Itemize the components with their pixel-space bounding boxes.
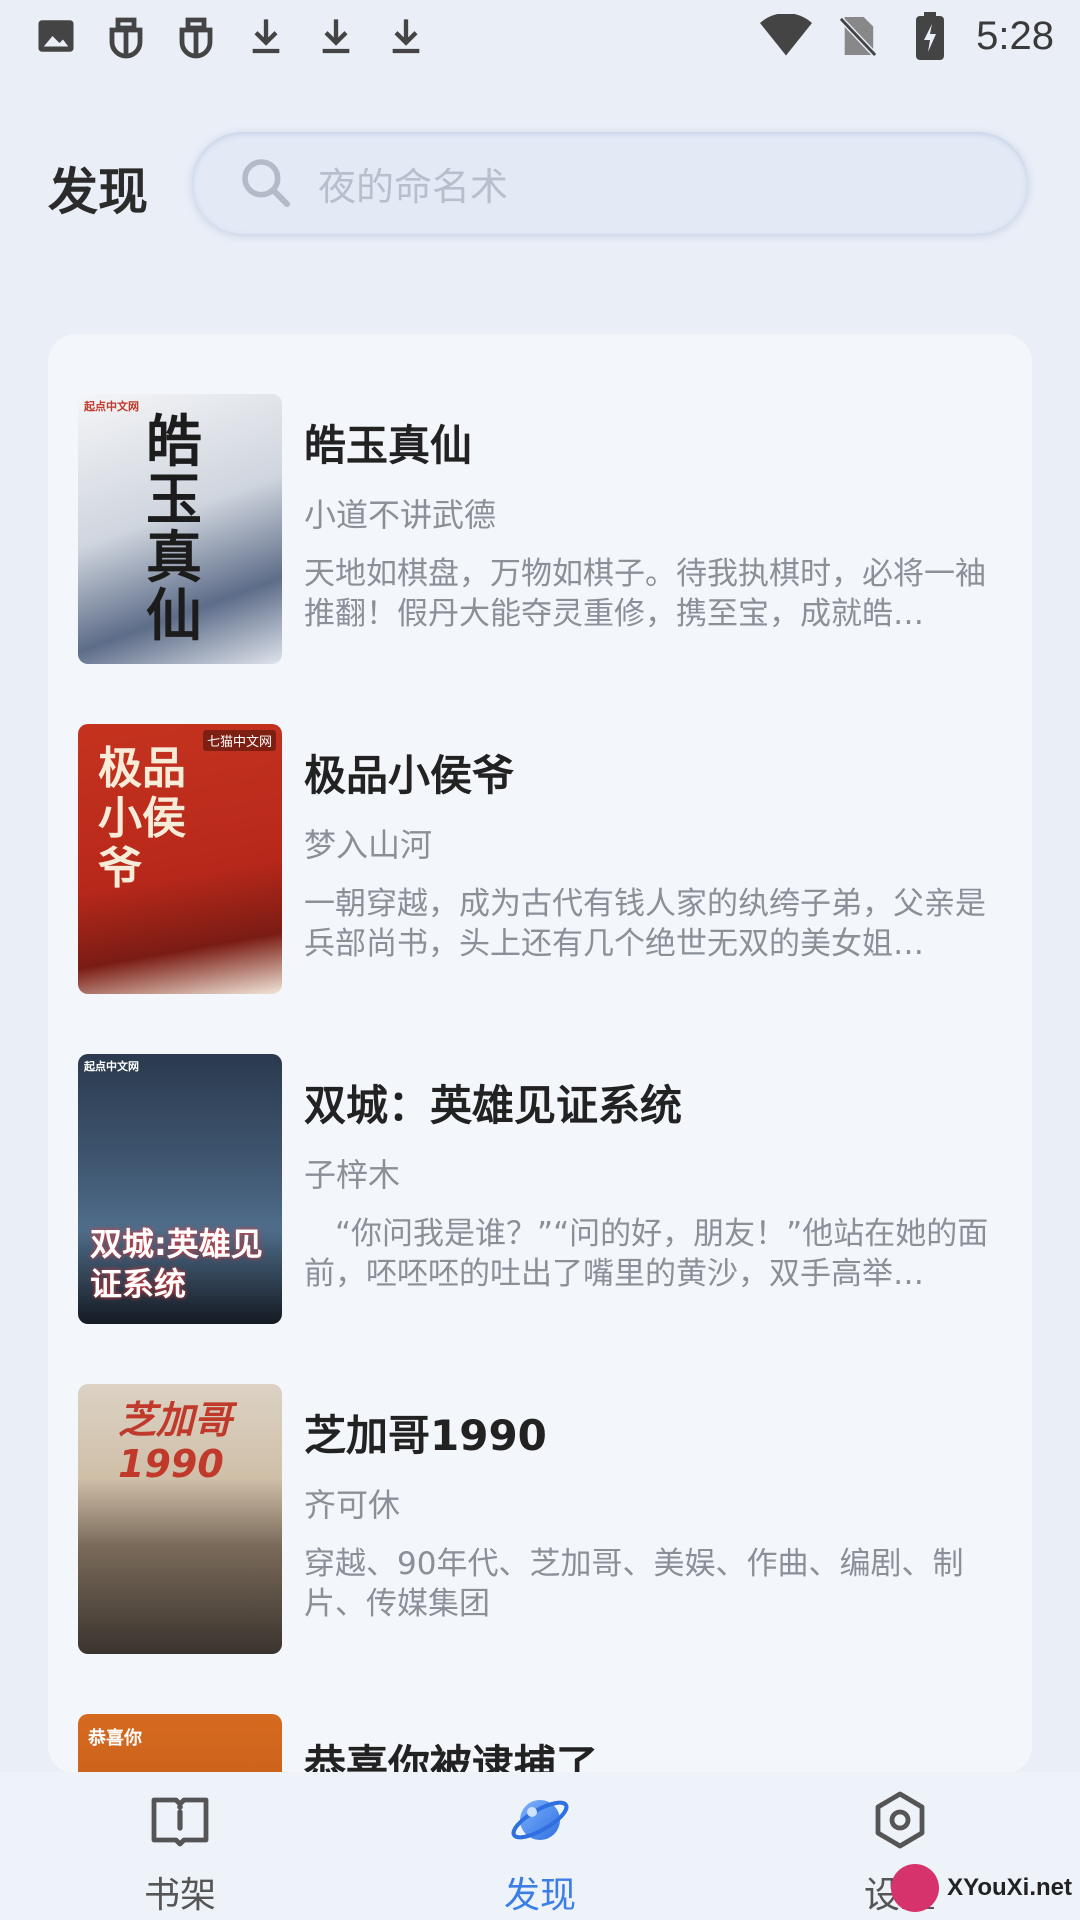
wifi-icon <box>760 10 813 62</box>
image-icon <box>30 10 82 62</box>
book-title: 极品小侯爷 <box>304 751 515 800</box>
watermark: XYouXi.net <box>891 1864 1072 1912</box>
book-cover: 芝加哥1990 <box>78 1384 282 1654</box>
settings-icon <box>875 1791 925 1849</box>
book-author: 小道不讲武德 <box>304 496 497 534</box>
cover-title: 皓玉真仙 <box>146 410 202 649</box>
book-title: 皓玉真仙 <box>304 421 473 470</box>
book-description: 穿越、90年代、芝加哥、美娱、作曲、编剧、制片、传媒集团 <box>304 1546 964 1622</box>
book-author: 梦入山河 <box>304 826 433 864</box>
book-author: 齐可休 <box>304 1486 401 1524</box>
book-cover: 皓玉真仙 起点中文网 <box>78 394 282 664</box>
bottom-nav: 书架 发现 设置 XYouXi.net <box>0 1772 1080 1920</box>
download-icon <box>240 10 292 62</box>
book-title: 芝加哥1990 <box>304 1411 547 1460</box>
download-icon <box>310 10 362 62</box>
book-author: 子梓木 <box>304 1156 401 1194</box>
system-status: 5:28 <box>760 10 1054 62</box>
download-icon <box>380 10 432 62</box>
book-item[interactable]: 恭喜你 恭喜你被逮捕了 <box>78 1714 1002 1774</box>
book-item[interactable]: 双城:英雄见证系统 起点中文网 双城：英雄见证系统 子梓木 “你问我是谁？”“问… <box>78 1054 1002 1324</box>
book-description: “你问我是谁？”“问的好，朋友！”他站在她的面前，呸呸呸的吐出了嘴里的黄沙，双手… <box>304 1216 989 1292</box>
search-bar[interactable]: 夜的命名术 <box>192 132 1028 234</box>
notification-icons <box>30 10 432 62</box>
book-description: 天地如棋盘，万物如棋子。待我执棋时，必将一袖推翻！假丹大能夺灵重修，携至宝，成就… <box>304 556 986 632</box>
nav-bookshelf[interactable]: 书架 <box>90 1788 270 1918</box>
search-icon <box>242 159 291 208</box>
cover-title: 恭喜你 <box>88 1728 142 1749</box>
book-title: 双城：英雄见证系统 <box>304 1081 683 1130</box>
book-cover: 极品小侯爷 七猫中文网 <box>78 724 282 994</box>
watermark-logo-icon <box>891 1864 940 1912</box>
battery-charging-icon <box>904 10 956 62</box>
page-title: 发现 <box>48 163 148 221</box>
no-sim-icon <box>832 10 884 62</box>
nav-label: 发现 <box>503 1875 576 1916</box>
bug-icon <box>100 10 152 62</box>
book-title: 恭喜你被逮捕了 <box>304 1741 599 1774</box>
book-item[interactable]: 皓玉真仙 起点中文网 皓玉真仙 小道不讲武德 天地如棋盘，万物如棋子。待我执棋时… <box>78 394 1002 664</box>
cover-badge: 起点中文网 <box>84 400 139 413</box>
cover-title: 芝加哥1990 <box>118 1398 233 1486</box>
cover-title: 极品小侯爷 <box>98 743 186 894</box>
bug-icon <box>170 10 222 62</box>
book-item[interactable]: 芝加哥1990 芝加哥1990 齐可休 穿越、90年代、芝加哥、美娱、作曲、编剧… <box>78 1384 1002 1654</box>
status-bar: 5:28 <box>0 0 1080 80</box>
cover-title: 双城:英雄见证系统 <box>90 1225 263 1303</box>
watermark-text: XYouXi.net <box>947 1874 1072 1901</box>
book-item[interactable]: 极品小侯爷 七猫中文网 极品小侯爷 梦入山河 一朝穿越，成为古代有钱人家的纨绔子… <box>78 724 1002 994</box>
book-cover: 双城:英雄见证系统 起点中文网 <box>78 1054 282 1324</box>
planet-icon <box>511 1800 569 1840</box>
header: 发现 夜的命名术 <box>0 120 1080 250</box>
book-icon <box>151 1797 209 1847</box>
cover-badge: 起点中文网 <box>84 1060 139 1073</box>
cover-badge: 七猫中文网 <box>202 730 276 751</box>
nav-discover[interactable]: 发现 <box>450 1788 630 1918</box>
book-cover: 恭喜你 <box>78 1714 282 1774</box>
clock: 5:28 <box>976 13 1054 58</box>
book-list: 皓玉真仙 起点中文网 皓玉真仙 小道不讲武德 天地如棋盘，万物如棋子。待我执棋时… <box>48 334 1032 1774</box>
nav-label: 书架 <box>143 1875 216 1916</box>
search-placeholder: 夜的命名术 <box>318 164 509 209</box>
book-description: 一朝穿越，成为古代有钱人家的纨绔子弟，父亲是兵部尚书，头上还有几个绝世无双的美女… <box>304 886 986 962</box>
